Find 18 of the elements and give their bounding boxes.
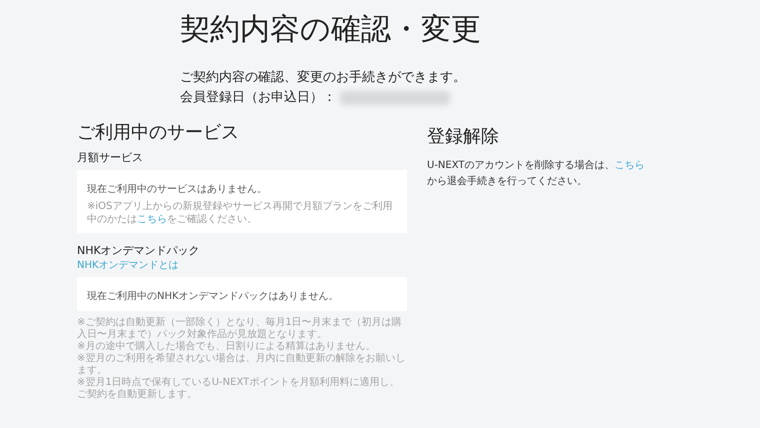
info-link[interactable]: NHKオンデマンドとは: [77, 259, 179, 273]
section-heading: 登録解除: [427, 125, 500, 149]
service-title: NHKオンデマンドパック: [77, 243, 200, 259]
service-title: 月額サービス: [77, 150, 143, 166]
footnote: ※翌月1日時点で保有しているU-NEXTポイントを月額利用料に適用し、ご契約を自動更新します。: [77, 377, 400, 401]
page-title: 契約内容の確認・変更: [180, 11, 481, 49]
card-note: ※iOSアプリ上からの新規登録やサービス再開で月額プランをご利用中のかたはこちら をご確認ください。: [87, 200, 394, 226]
footnote: ※月の途中で購入した場合でも、日割りによる精算はありません。: [77, 341, 376, 352]
registration-label: 会員登録日（お申込日）：: [180, 89, 336, 107]
status-text: 現在ご利用中のサービスはありません。: [87, 182, 267, 197]
section-heading: ご利用中のサービス: [77, 121, 239, 145]
footnote: ※ご契約は自動更新（一部除く）となり、毎月1日〜月末まで（初月は購入日〜月末まで）パック対象作品が見放題となります。: [77, 317, 403, 340]
link[interactable]: こちら: [614, 160, 645, 171]
intro-text: ご契約内容の確認、変更のお手続きができます。: [180, 69, 466, 87]
unregister-text: U-NEXTのアカウントを削除する場合は、こちら から退会手続きを行ってください。: [427, 158, 646, 189]
status-text: 現在ご利用中のNHKオンデマンドパックはありません。: [87, 290, 339, 304]
footnote: ※翌月のご利用を希望されない場合は、月内に自動更新の解除をお願いします。: [77, 353, 406, 376]
link[interactable]: こちら: [137, 214, 167, 225]
